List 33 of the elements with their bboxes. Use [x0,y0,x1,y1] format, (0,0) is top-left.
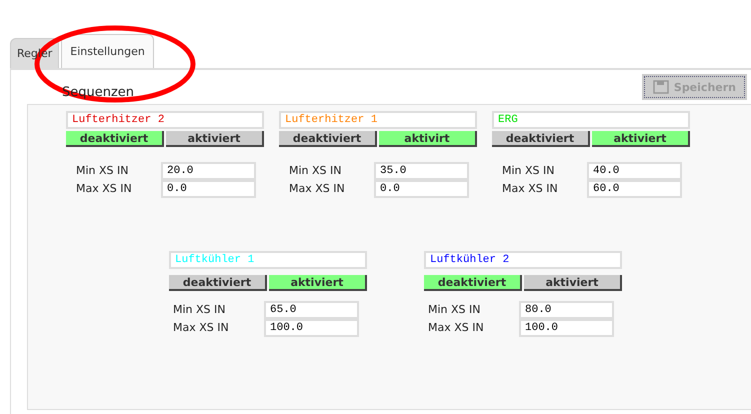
toggle-button[interactable]: aktiviert [269,275,367,291]
field-label: Min XS IN [172,302,227,318]
toggle-button[interactable]: aktiviert [166,131,264,147]
field-label: Max XS IN [172,320,230,336]
field-label: Min XS IN [427,302,482,318]
input-field[interactable]: 80.0 [519,301,614,319]
input-field[interactable]: 65.0 [264,301,359,319]
toggle-button[interactable]: aktiviert [592,131,690,147]
toggle-button[interactable]: deaktiviert [279,131,377,147]
field-label: Min XS IN [75,163,130,179]
field-label: Max XS IN [288,181,346,197]
tab[interactable]: Einstellungen [61,34,154,68]
toggle-button[interactable]: deaktiviert [66,131,164,147]
field-label: Min XS IN [501,163,556,179]
field-label: Max XS IN [501,181,559,197]
input-field[interactable]: 60.0 [587,180,682,198]
toggle-button[interactable]: aktiviert [524,275,622,291]
toggle-button[interactable]: deaktiviert [169,275,267,291]
field-label: Max XS IN [427,320,485,336]
input-field[interactable]: 0.0 [374,180,469,198]
sequence-name-field[interactable]: Luftkühler 2 [424,251,622,269]
input-field[interactable]: 100.0 [264,319,359,337]
field-label: Min XS IN [288,163,343,179]
input-field[interactable]: 35.0 [374,162,469,180]
input-field[interactable]: 100.0 [519,319,614,337]
input-field[interactable]: 20.0 [161,162,256,180]
toggle-button[interactable]: deaktiviert [424,275,522,291]
toggle-button[interactable]: deaktiviert [492,131,590,147]
input-field[interactable]: 40.0 [587,162,682,180]
input-field[interactable]: 0.0 [161,180,256,198]
toggle-button[interactable]: aktivirt [379,131,477,147]
field-label: Max XS IN [75,181,133,197]
sequence-name-field[interactable]: Lufterhitzer 2 [66,111,264,129]
